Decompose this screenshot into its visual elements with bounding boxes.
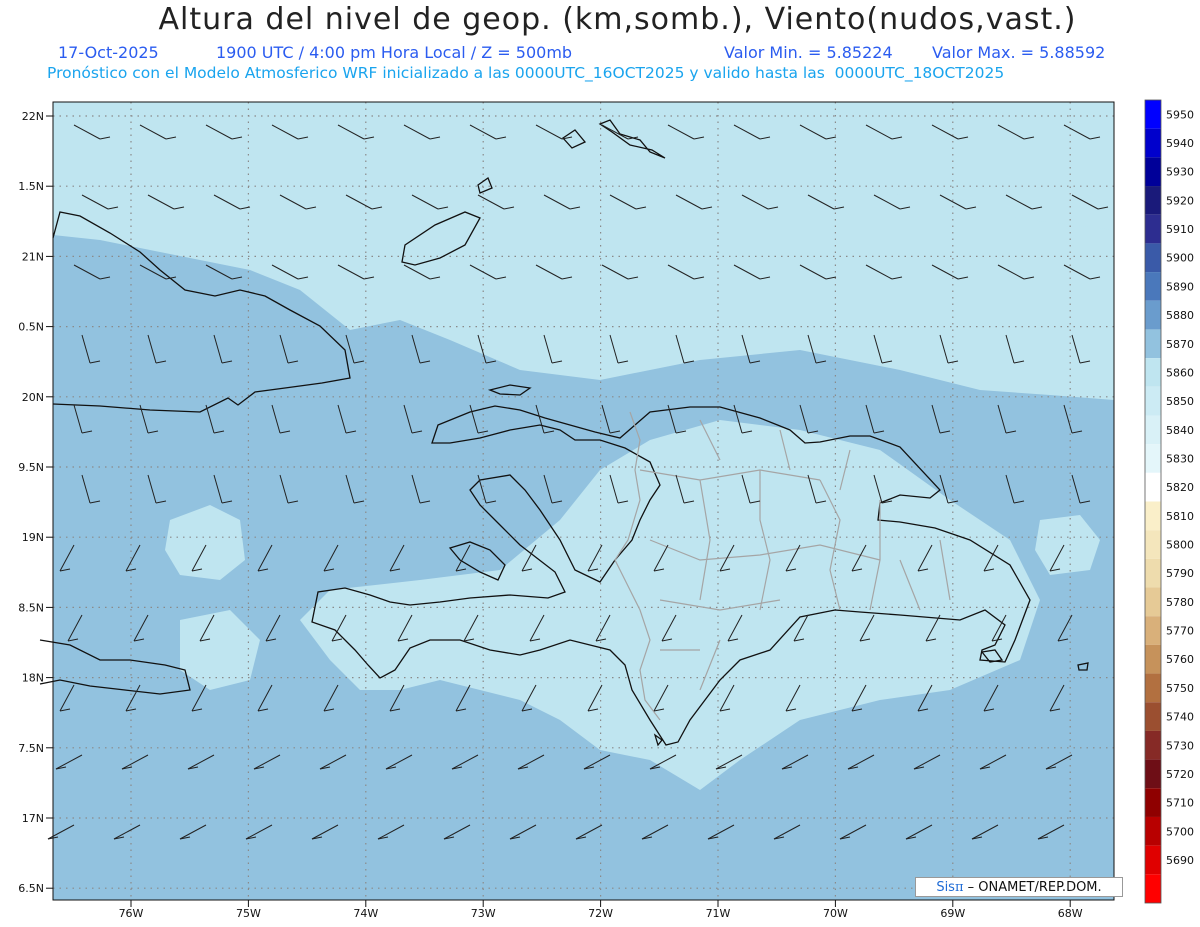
colorbar-segment	[1145, 100, 1161, 129]
colorbar-label: 5710	[1166, 797, 1194, 810]
colorbar-label: 5750	[1166, 682, 1194, 695]
lat-label: 6.5N	[18, 882, 44, 895]
lat-label: 22N	[22, 110, 44, 123]
colorbar-segment	[1145, 874, 1161, 903]
colorbar-segment	[1145, 386, 1161, 416]
colorbar-label: 5720	[1166, 768, 1194, 781]
colorbar-segment	[1145, 157, 1161, 187]
forecast-map: 22N 1.5N 21N 0.5N 20N 9.5N 19N 8.5N 18N 7.5N 17N 6.…	[18, 99, 1194, 920]
colorbar-label: 5900	[1166, 252, 1194, 265]
lat-label: 19N	[22, 531, 44, 544]
colorbar-label: 5830	[1166, 452, 1194, 465]
colorbar-label: 5920	[1166, 194, 1194, 207]
lon-label: 75W	[236, 907, 261, 920]
lat-label: 0.5N	[18, 321, 44, 334]
colorbar-segment	[1145, 214, 1161, 244]
colorbar-label: 5880	[1166, 309, 1194, 322]
lat-label: 17N	[22, 812, 44, 825]
lat-label: 1.5N	[18, 180, 44, 193]
lon-label: 74W	[353, 907, 378, 920]
colorbar-label: 5870	[1166, 338, 1194, 351]
colorbar-label: 5840	[1166, 424, 1194, 437]
colorbar-segment	[1145, 472, 1161, 502]
lon-label: 71W	[706, 907, 731, 920]
colorbar-label: 5930	[1166, 166, 1194, 179]
colorbar-segment	[1145, 530, 1161, 559]
colorbar-segment	[1145, 272, 1161, 301]
colorbar-label: 5760	[1166, 653, 1194, 666]
colorbar-segment	[1145, 501, 1161, 531]
lat-label: 21N	[22, 250, 44, 263]
colorbar-label: 5740	[1166, 711, 1194, 724]
lon-label: 70W	[823, 907, 848, 920]
colorbar-segment	[1145, 558, 1161, 588]
lat-label: 20N	[22, 391, 44, 404]
colorbar-segment	[1145, 587, 1161, 617]
colorbar-segment	[1145, 128, 1161, 158]
colorbar-label: 5780	[1166, 596, 1194, 609]
colorbar-label: 5820	[1166, 481, 1194, 494]
color-scale-legend: 5950 5940 5930 5920 5910 5900 5890 5880 5870 5860…	[1144, 99, 1194, 904]
lon-label: 73W	[471, 907, 496, 920]
colorbar-segment	[1145, 358, 1161, 387]
lon-label: 68W	[1058, 907, 1083, 920]
lat-label: 7.5N	[18, 742, 44, 755]
colorbar-segment	[1145, 759, 1161, 789]
colorbar-label: 5730	[1166, 739, 1194, 752]
colorbar-label: 5690	[1166, 854, 1194, 867]
colorbar-segment	[1145, 186, 1161, 215]
colorbar-segment	[1145, 845, 1161, 875]
lat-label: 9.5N	[18, 461, 44, 474]
colorbar-label: 5940	[1166, 137, 1194, 150]
colorbar-segment	[1145, 702, 1161, 731]
lon-label: 76W	[119, 907, 144, 920]
colorbar-segment	[1145, 816, 1161, 846]
colorbar-segment	[1145, 329, 1161, 359]
colorbar-label: 5800	[1166, 539, 1194, 552]
credit-text: – ONAMET/REP.DOM.	[967, 880, 1102, 895]
colorbar-segment	[1145, 644, 1161, 674]
pi-logo-icon: π	[954, 880, 964, 895]
colorbar-label: 5860	[1166, 366, 1194, 379]
colorbar-label: 5770	[1166, 625, 1194, 638]
colorbar-segment	[1145, 444, 1161, 473]
colorbar-label: 5910	[1166, 223, 1194, 236]
longitude-labels: 76W 75W 74W 73W 72W 71W 70W 69W 68W	[119, 900, 1083, 920]
lat-label: 18N	[22, 672, 44, 685]
colorbar-label: 5850	[1166, 395, 1194, 408]
lon-label: 69W	[940, 907, 965, 920]
lon-label: 72W	[588, 907, 613, 920]
colorbar-label: 5890	[1166, 280, 1194, 293]
colorbar-segment	[1145, 730, 1161, 760]
lat-label: 8.5N	[18, 601, 44, 614]
colorbar-label: 5810	[1166, 510, 1194, 523]
colorbar-label: 5950	[1166, 108, 1194, 121]
credit-label: Sisπ – ONAMET/REP.DOM.	[915, 877, 1123, 897]
colorbar-segment	[1145, 673, 1161, 703]
colorbar-segment	[1145, 788, 1161, 817]
colorbar-label: 5790	[1166, 567, 1194, 580]
colorbar-label: 5700	[1166, 825, 1194, 838]
colorbar-segment	[1145, 616, 1161, 645]
credit-sis: Sis	[936, 880, 955, 895]
latitude-labels: 22N 1.5N 21N 0.5N 20N 9.5N 19N 8.5N 18N 7.5N 17N 6.…	[18, 110, 53, 895]
colorbar-segment	[1145, 300, 1161, 330]
colorbar-segment	[1145, 243, 1161, 273]
colorbar-segment	[1145, 415, 1161, 445]
